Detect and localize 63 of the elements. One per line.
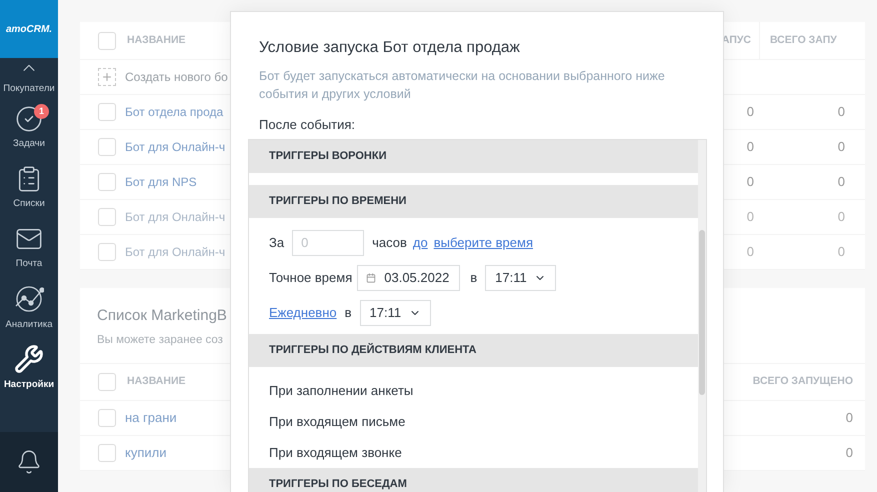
date-field[interactable]: 03.05.2022	[357, 264, 460, 291]
table-cell-text: 0	[846, 409, 854, 427]
row-checkbox[interactable]	[98, 173, 116, 191]
notification-bar[interactable]	[0, 432, 58, 492]
section-header: ТРИГГЕРЫ ПО ВРЕМЕНИ	[249, 184, 698, 218]
plus-icon[interactable]	[98, 68, 116, 86]
column-header: ВСЕГО ЗАПУЩЕНО	[752, 374, 854, 389]
table-cell-text: 0	[836, 173, 846, 192]
trigger-option[interactable]: При заполнении анкеты	[249, 374, 698, 406]
time-link[interactable]: выберите время	[434, 233, 533, 252]
section-header: ТРИГГЕРЫ ПО ДЕЙСТВИЯМ КЛИЕНТА	[249, 334, 698, 367]
event-label: После события:	[259, 116, 356, 134]
count-badge: 1	[34, 104, 49, 119]
table-cell-text: 0	[836, 243, 846, 262]
section-subtitle: Вы можете заранее соз	[97, 332, 223, 348]
column-header: ВСЕГО ЗАПУ	[770, 32, 837, 48]
section-header: ТРИГГЕРЫ ВОРОНКИ	[249, 140, 698, 173]
row-checkbox[interactable]	[98, 138, 116, 156]
nav-item[interactable]: Аналитика	[0, 278, 58, 338]
nav-item[interactable]: Покупатели	[0, 58, 58, 98]
table-cell-text: 0	[836, 208, 846, 226]
nav-item[interactable]: Задачи 1	[0, 98, 58, 158]
line-chart-icon	[14, 284, 44, 314]
unit-label: часов	[372, 234, 407, 252]
trigger-option[interactable]: При входящем письме	[249, 406, 698, 437]
check-circle-icon	[15, 104, 43, 133]
row-checkbox[interactable]	[98, 444, 116, 462]
table-cell-text: 0	[746, 243, 755, 262]
exact-time-label: Точное время	[269, 269, 352, 287]
prefix-label: За	[269, 234, 284, 252]
row-checkbox[interactable]	[98, 103, 116, 121]
time-select[interactable]: 17:11	[485, 264, 556, 291]
at-label: в	[344, 304, 352, 322]
section-header: ТРИГГЕРЫ ПО БЕСЕДАМ	[249, 468, 698, 492]
table-cell-text: 0	[746, 173, 755, 192]
modal-title: Условие запуска Бот отдела продаж	[259, 38, 520, 58]
row-checkbox[interactable]	[98, 372, 116, 391]
row-checkbox[interactable]	[98, 408, 116, 427]
row-checkbox[interactable]	[98, 32, 116, 50]
calendar-icon	[366, 272, 376, 283]
nav-item[interactable]: Списки	[0, 158, 58, 218]
time-select[interactable]: 17:11	[360, 300, 431, 326]
direction-link[interactable]: до	[412, 233, 428, 252]
hours-input[interactable]: 0	[292, 230, 364, 256]
at-label: в	[470, 269, 478, 287]
table-cell-text: 0	[746, 208, 755, 226]
nav-item[interactable]: Почта	[0, 218, 58, 278]
column-header: НАЗВАНИЕ	[127, 374, 186, 389]
modal-description: Бот будет запускаться автоматически на основании выбранного ниже события и других условий	[259, 68, 666, 104]
table-cell-text: 0	[746, 138, 755, 156]
trigger-option[interactable]: При входящем звонке	[249, 436, 698, 468]
nav-item[interactable]: Настройки	[0, 338, 58, 398]
logo: amoCRM.	[6, 22, 52, 36]
table-cell-text: 0	[836, 138, 846, 156]
table-cell-text: 0	[846, 444, 854, 462]
table-cell-text: 0	[836, 103, 846, 122]
scrollbar[interactable]	[698, 140, 706, 492]
bell-icon	[16, 449, 42, 475]
section-title: Список MarketingB	[97, 306, 227, 326]
table-cell-text: 0	[746, 103, 755, 122]
column-header: НАЗВАНИЕ	[127, 32, 186, 48]
wrench-icon	[14, 344, 44, 374]
daily-link[interactable]: Ежедневно	[269, 303, 337, 322]
